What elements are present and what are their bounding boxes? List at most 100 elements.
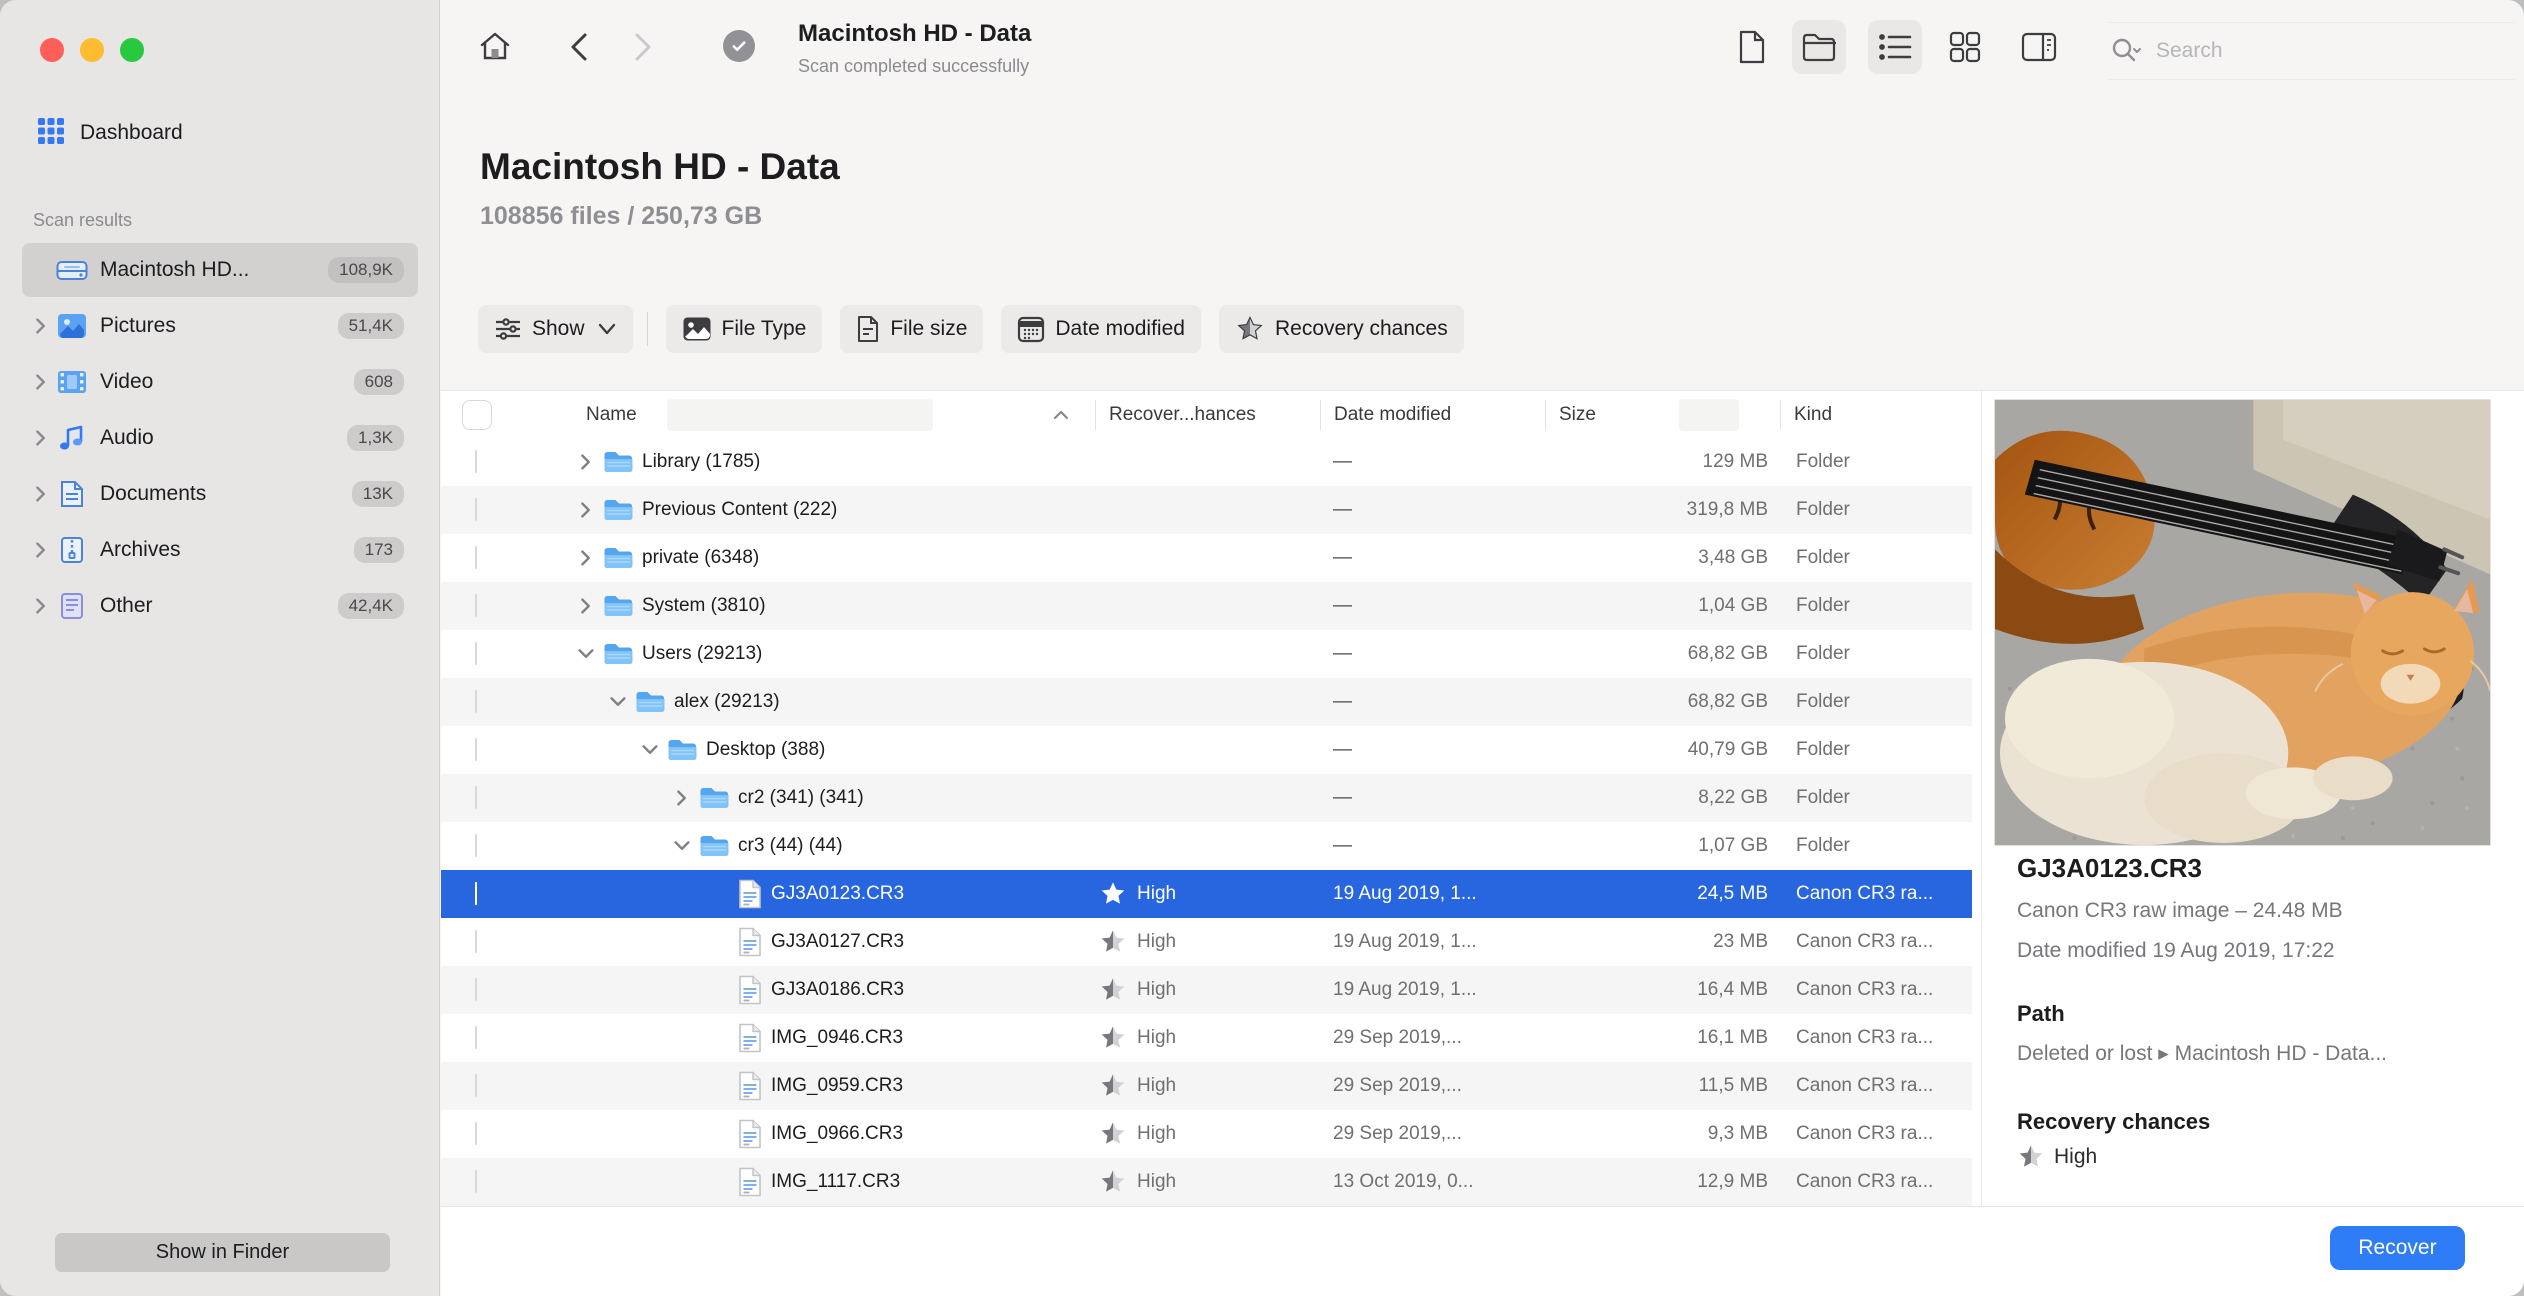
sidebar-item-audio[interactable]: Audio 1,3K (22, 411, 418, 465)
table-row-gj3a0186-cr3[interactable]: GJ3A0186.CR3 High 19 Aug 2019, 1... 16,4 MB… (441, 966, 1972, 1014)
row-checkbox-cell (441, 690, 513, 713)
filter-button-file-size[interactable]: File size (840, 305, 984, 353)
row-checkbox[interactable] (475, 642, 477, 665)
view-folders-button[interactable] (1792, 20, 1846, 74)
column-header-date[interactable]: Date modified (1320, 399, 1545, 430)
row-name: cr2 (341) (341) (738, 787, 864, 808)
row-checkbox-cell (441, 1122, 513, 1145)
chevron-right-icon[interactable] (30, 596, 52, 616)
row-checkbox[interactable] (475, 882, 477, 905)
sidebar-item-label: Archives (100, 538, 181, 561)
filter-button-label: File Type (721, 317, 807, 340)
chevron-down-icon[interactable] (639, 740, 661, 760)
chevron-right-icon[interactable] (30, 316, 52, 336)
filter-button-date-modified[interactable]: Date modified (1001, 305, 1201, 353)
table-row-desktop-388[interactable]: Desktop (388) — 40,79 GB Folder (441, 726, 1972, 774)
column-header-size[interactable]: Size (1545, 399, 1780, 430)
chevron-right-icon[interactable] (30, 428, 52, 448)
row-date-cell: — (1333, 643, 1352, 664)
row-checkbox[interactable] (475, 498, 477, 521)
file-icon (738, 975, 762, 1005)
table-row-users-29213[interactable]: Users (29213) — 68,82 GB Folder (441, 630, 1972, 678)
row-checkbox[interactable] (475, 1170, 477, 1193)
table-row-gj3a0123-cr3[interactable]: GJ3A0123.CR3 High 19 Aug 2019, 1... 24,5 MB… (441, 870, 1972, 918)
close-button[interactable] (40, 38, 64, 62)
row-kind-cell: Folder (1796, 835, 1850, 856)
row-recovery-cell: High (1095, 928, 1320, 956)
file-icon (738, 1167, 762, 1197)
chevron-right-icon[interactable] (575, 452, 597, 472)
chevron-down-icon[interactable] (607, 692, 629, 712)
chevron-down-icon (597, 322, 617, 336)
recover-button[interactable]: Recover (2330, 1226, 2465, 1270)
row-checkbox[interactable] (475, 1074, 477, 1097)
show-in-finder-button[interactable]: Show in Finder (55, 1233, 390, 1272)
row-checkbox[interactable] (475, 786, 477, 809)
row-checkbox[interactable] (475, 690, 477, 713)
table-row-img-1117-cr3[interactable]: IMG_1117.CR3 High 13 Oct 2019, 0... 12,9 MB… (441, 1158, 1972, 1206)
column-header-recovery[interactable]: Recover...hances (1095, 399, 1320, 430)
chevron-right-icon[interactable] (30, 372, 52, 392)
chevron-right-icon[interactable] (30, 540, 52, 560)
row-checkbox[interactable] (475, 930, 477, 953)
sidebar-item-pictures[interactable]: Pictures 51,4K (22, 299, 418, 353)
view-file-button[interactable] (1725, 20, 1779, 74)
row-checkbox[interactable] (475, 738, 477, 761)
row-checkbox[interactable] (475, 834, 477, 857)
row-checkbox-cell (441, 978, 513, 1001)
show-filter-button[interactable]: Show (478, 305, 633, 353)
row-checkbox[interactable] (475, 1026, 477, 1049)
table-row-alex-29213[interactable]: alex (29213) — 68,82 GB Folder (441, 678, 1972, 726)
chevron-right-icon[interactable] (671, 788, 693, 808)
column-header-kind[interactable]: Kind (1780, 399, 1972, 430)
sidebar-item-macintosh-hd[interactable]: Macintosh HD... 108,9K (22, 243, 418, 297)
row-checkbox[interactable] (475, 450, 477, 473)
filter-button-file-type[interactable]: File Type (665, 305, 823, 353)
view-grid-button[interactable] (1938, 20, 1992, 74)
table-row-img-0946-cr3[interactable]: IMG_0946.CR3 High 29 Sep 2019,... 16,1 MB Ca… (441, 1014, 1972, 1062)
row-checkbox-cell (441, 498, 513, 521)
row-checkbox[interactable] (475, 1122, 477, 1145)
toggle-preview-panel-button[interactable] (2012, 20, 2066, 74)
minimize-button[interactable] (80, 38, 104, 62)
row-checkbox[interactable] (475, 978, 477, 1001)
chevron-right-icon[interactable] (575, 500, 597, 520)
folder-icon (603, 642, 633, 666)
filter-button-recovery-chances[interactable]: Recovery chances (1218, 305, 1464, 353)
table-row-cr3-44-44[interactable]: cr3 (44) (44) — 1,07 GB Folder (441, 822, 1972, 870)
table-row-cr2-341-341[interactable]: cr2 (341) (341) — 8,22 GB Folder (441, 774, 1972, 822)
chevron-right-icon[interactable] (575, 548, 597, 568)
sidebar-item-video[interactable]: Video 608 (22, 355, 418, 409)
dashboard-icon (36, 116, 66, 151)
sidebar-item-archives[interactable]: Archives 173 (22, 523, 418, 577)
home-button[interactable] (468, 20, 522, 74)
zoom-button[interactable] (120, 38, 144, 62)
sidebar-item-dashboard[interactable]: Dashboard (22, 106, 418, 160)
search-input[interactable] (2154, 38, 2458, 64)
sidebar-item-other[interactable]: Other 42,4K (22, 579, 418, 633)
sidebar-item-label: Pictures (100, 314, 176, 337)
chevron-down-icon[interactable] (671, 836, 693, 856)
star-half-icon (1098, 1168, 1128, 1196)
table-row-img-0959-cr3[interactable]: IMG_0959.CR3 High 29 Sep 2019,... 11,5 MB Ca… (441, 1062, 1972, 1110)
view-list-button[interactable] (1868, 20, 1922, 74)
item-count-badge: 42,4K (337, 593, 404, 619)
table-row-library-1785[interactable]: Library (1785) — 129 MB Folder (441, 438, 1972, 486)
forward-button[interactable] (616, 20, 670, 74)
row-checkbox-cell (441, 1074, 513, 1097)
chevron-right-icon[interactable] (575, 596, 597, 616)
preview-type-size: Canon CR3 raw image – 24.48 MB (2017, 899, 2343, 922)
table-row-img-0966-cr3[interactable]: IMG_0966.CR3 High 29 Sep 2019,... 9,3 MB Can… (441, 1110, 1972, 1158)
chevron-down-icon[interactable] (575, 644, 597, 664)
row-checkbox[interactable] (475, 594, 477, 617)
back-button[interactable] (552, 20, 606, 74)
row-checkbox[interactable] (475, 546, 477, 569)
table-row-previous-content-222[interactable]: Previous Content (222) — 319,8 MB Folder (441, 486, 1972, 534)
row-recovery-cell: High (1095, 1024, 1320, 1052)
table-row-private-6348[interactable]: private (6348) — 3,48 GB Folder (441, 534, 1972, 582)
table-row-gj3a0127-cr3[interactable]: GJ3A0127.CR3 High 19 Aug 2019, 1... 23 MB Ca… (441, 918, 1972, 966)
sidebar-item-documents[interactable]: Documents 13K (22, 467, 418, 521)
chevron-right-icon[interactable] (30, 484, 52, 504)
table-row-system-3810[interactable]: System (3810) — 1,04 GB Folder (441, 582, 1972, 630)
select-all-checkbox[interactable] (462, 399, 492, 430)
